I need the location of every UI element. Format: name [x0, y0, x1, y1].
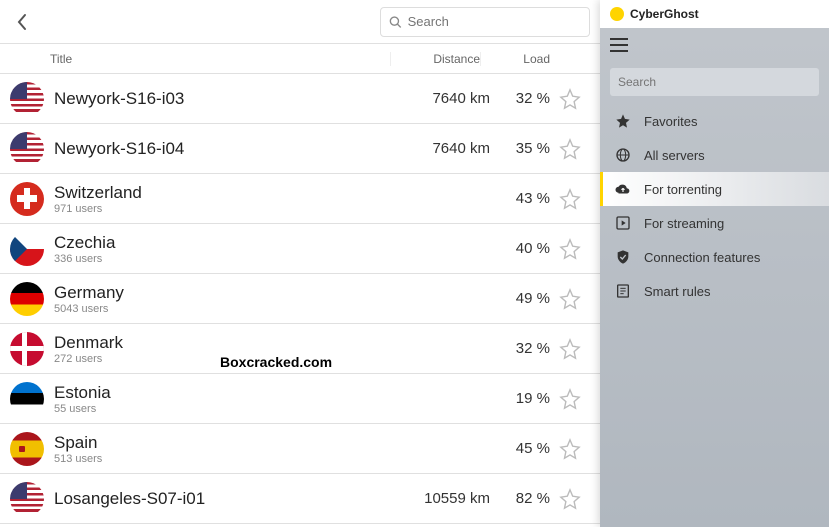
sidebar-item-all-servers[interactable]: All servers: [600, 138, 829, 172]
favorite-toggle[interactable]: [550, 238, 590, 260]
server-users: 336 users: [54, 253, 400, 265]
flag-icon: [10, 282, 44, 316]
search-input[interactable]: [408, 14, 581, 29]
favorite-toggle[interactable]: [550, 488, 590, 510]
server-load: 32 %: [490, 90, 550, 107]
search-icon: [389, 15, 402, 29]
server-load: 40 %: [490, 240, 550, 257]
server-row[interactable]: Czechia336 users 40 %: [0, 224, 600, 274]
server-row[interactable]: Germany5043 users 49 %: [0, 274, 600, 324]
sidebar-item-label: Favorites: [644, 114, 697, 129]
server-load: 49 %: [490, 290, 550, 307]
star-icon: [614, 112, 632, 130]
brand-logo: CyberGhost: [600, 0, 829, 28]
server-name: Estonia: [54, 383, 400, 403]
server-row[interactable]: Spain513 users 45 %: [0, 424, 600, 474]
server-distance: 7640 km: [400, 90, 490, 107]
server-load: 82 %: [490, 490, 550, 507]
cloud-icon: [614, 180, 632, 198]
watermark-text: Boxcracked.com: [220, 354, 332, 370]
ghost-icon: [610, 7, 624, 21]
favorite-toggle[interactable]: [550, 288, 590, 310]
flag-icon: [10, 82, 44, 116]
server-row[interactable]: Newyork-S16-i037640 km32 %: [0, 74, 600, 124]
server-row[interactable]: Switzerland971 users 43 %: [0, 174, 600, 224]
flag-icon: [10, 382, 44, 416]
flag-icon: [10, 332, 44, 366]
server-distance: 10559 km: [400, 490, 490, 507]
flag-icon: [10, 432, 44, 466]
favorite-toggle[interactable]: [550, 88, 590, 110]
flag-icon: [10, 232, 44, 266]
rules-icon: [614, 282, 632, 300]
col-load[interactable]: Load: [480, 52, 550, 66]
search-bar[interactable]: [380, 7, 590, 37]
back-button[interactable]: [10, 10, 34, 34]
col-title[interactable]: Title: [50, 52, 390, 66]
server-distance: 7640 km: [400, 140, 490, 157]
server-name: Losangeles-S07-i01: [54, 489, 400, 509]
sidebar-search-input[interactable]: [618, 75, 811, 89]
sidebar-item-favorites[interactable]: Favorites: [600, 104, 829, 138]
play-icon: [614, 214, 632, 232]
brand-name: CyberGhost: [630, 7, 699, 21]
sidebar-item-for-streaming[interactable]: For streaming: [600, 206, 829, 240]
favorite-toggle[interactable]: [550, 388, 590, 410]
flag-icon: [10, 182, 44, 216]
sidebar: CyberGhost Favorites All servers For torre…: [600, 0, 829, 527]
server-name: Switzerland: [54, 183, 400, 203]
server-load: 35 %: [490, 140, 550, 157]
server-users: 971 users: [54, 203, 400, 215]
sidebar-item-smart-rules[interactable]: Smart rules: [600, 274, 829, 308]
sidebar-item-connection-features[interactable]: Connection features: [600, 240, 829, 274]
favorite-toggle[interactable]: [550, 188, 590, 210]
server-row[interactable]: Newyork-S16-i047640 km35 %: [0, 124, 600, 174]
server-load: 43 %: [490, 190, 550, 207]
server-users: 55 users: [54, 403, 400, 415]
favorite-toggle[interactable]: [550, 138, 590, 160]
server-load: 19 %: [490, 390, 550, 407]
server-name: Denmark: [54, 333, 400, 353]
shield-icon: [614, 248, 632, 266]
sidebar-item-label: Connection features: [644, 250, 760, 265]
sidebar-item-for-torrenting[interactable]: For torrenting: [600, 172, 829, 206]
column-headers: Title Distance Load: [0, 44, 600, 74]
favorite-toggle[interactable]: [550, 438, 590, 460]
col-distance[interactable]: Distance: [390, 52, 480, 66]
globe-icon: [614, 146, 632, 164]
flag-icon: [10, 132, 44, 166]
server-row[interactable]: Losangeles-S07-i0110559 km82 %: [0, 474, 600, 524]
server-name: Spain: [54, 433, 400, 453]
flag-icon: [10, 482, 44, 516]
server-name: Newyork-S16-i04: [54, 139, 400, 159]
menu-button[interactable]: [610, 38, 628, 57]
server-load: 32 %: [490, 340, 550, 357]
server-users: 513 users: [54, 453, 400, 465]
sidebar-search[interactable]: [610, 68, 819, 96]
server-row[interactable]: Estonia55 users 19 %: [0, 374, 600, 424]
server-load: 45 %: [490, 440, 550, 457]
sidebar-item-label: For streaming: [644, 216, 724, 231]
server-name: Newyork-S16-i03: [54, 89, 400, 109]
favorite-toggle[interactable]: [550, 338, 590, 360]
sidebar-item-label: Smart rules: [644, 284, 710, 299]
server-name: Germany: [54, 283, 400, 303]
sidebar-item-label: For torrenting: [644, 182, 722, 197]
sidebar-item-label: All servers: [644, 148, 705, 163]
server-users: 5043 users: [54, 303, 400, 315]
server-name: Czechia: [54, 233, 400, 253]
